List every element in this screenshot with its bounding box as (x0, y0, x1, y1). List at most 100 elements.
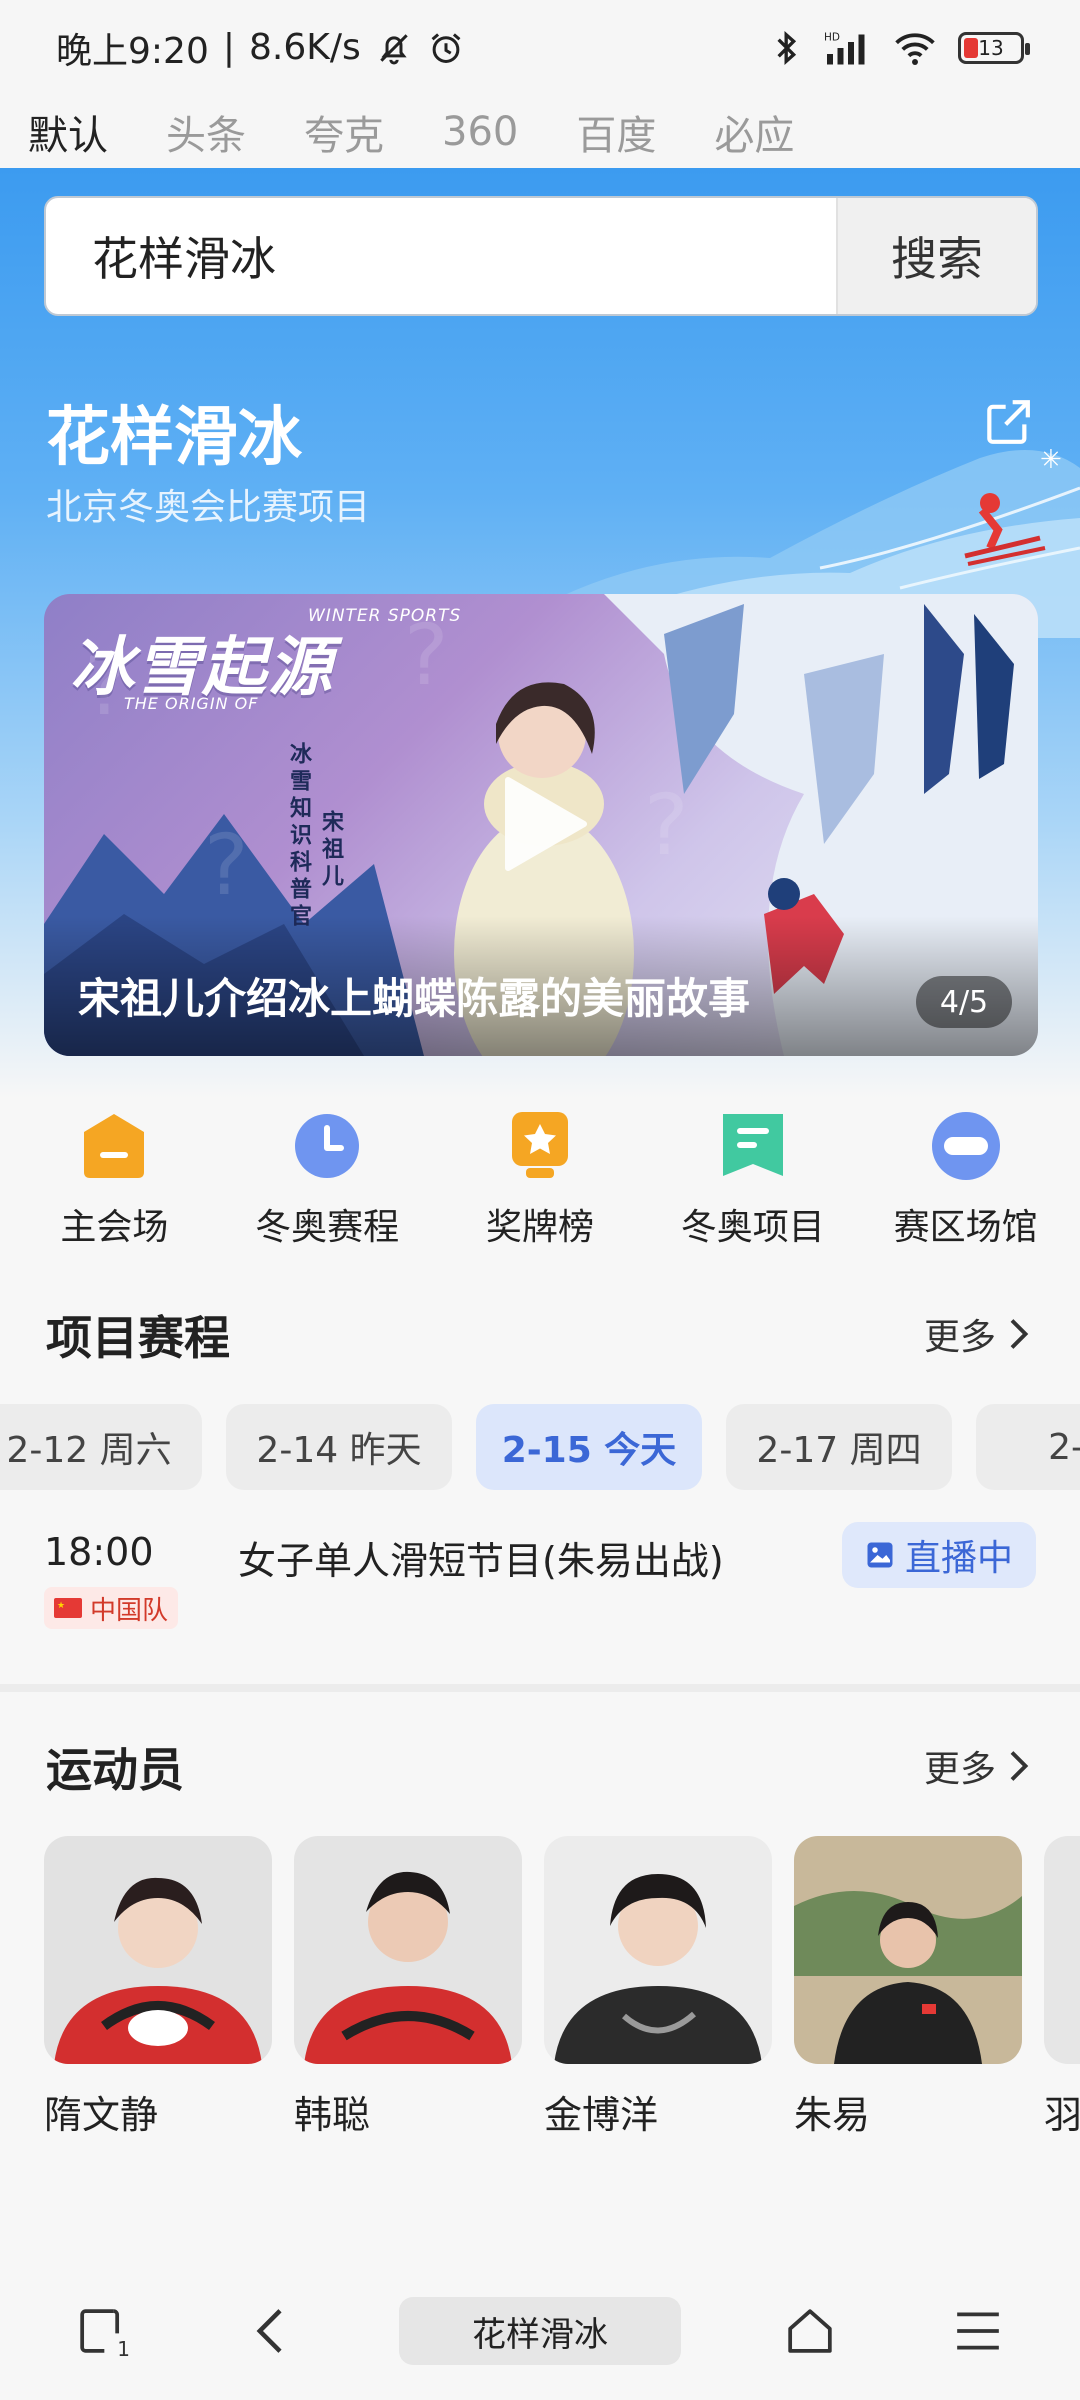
engine-tab-baidu[interactable]: 百度 (576, 103, 656, 161)
alarm-icon (431, 32, 461, 63)
engine-tab-360[interactable]: 360 (442, 109, 518, 155)
venue-pill-icon (931, 1112, 1000, 1180)
event-name[interactable]: 女子单人滑短节目(朱易出战) (238, 1530, 724, 1585)
chevron-right-icon (1010, 1319, 1029, 1349)
chevron-left-icon (256, 2309, 282, 2353)
date-tab-today[interactable]: 2-15 今天 (476, 1404, 702, 1490)
athlete-name: 韩聪 (294, 2093, 371, 2136)
shortcut-label: 冬奥赛程 (255, 1207, 400, 1248)
athlete-card[interactable]: 朱易 (794, 1836, 1022, 2136)
shortcut-venues[interactable]: 赛区场馆 (866, 1110, 1066, 1270)
video-page-counter: 4/5 (916, 976, 1012, 1028)
athletes-section-title: 运动员 (46, 1743, 184, 1797)
live-button[interactable]: 直播中 (842, 1522, 1036, 1588)
date-tab[interactable]: 2-17 周四 (726, 1404, 952, 1490)
shortcut-medal-table[interactable]: 奖牌榜 (440, 1110, 640, 1270)
wifi-icon (895, 32, 935, 65)
menu-icon (957, 2312, 999, 2350)
back-button[interactable] (231, 2291, 311, 2371)
athlete-name: 朱易 (794, 2093, 871, 2136)
shortcut-label: 奖牌榜 (485, 1207, 594, 1248)
china-flag-icon: ★ (54, 1598, 82, 1618)
live-label: 直播中 (904, 1538, 1013, 1579)
athlete-name: 隋文静 (44, 2093, 159, 2136)
date-tab[interactable]: 2-18 (976, 1404, 1080, 1490)
athlete-card[interactable]: 羽 (1044, 1836, 1080, 2136)
home-button[interactable] (770, 2291, 850, 2371)
engine-tab-quark[interactable]: 夸克 (304, 103, 384, 161)
svg-text:?: ? (204, 816, 249, 914)
hero-section: ✳ ✳ 搜索 花样滑冰 北京冬奥会比赛项目 ? ? ? ? (0, 168, 1080, 1098)
medal-icon (511, 1112, 568, 1178)
team-label: 中国队 (90, 1595, 169, 1626)
engine-tab-bing[interactable]: 必应 (714, 103, 794, 161)
clock-icon (295, 1114, 360, 1178)
video-vertical-text: 冰雪知识科普官 (286, 742, 311, 931)
athlete-photo (294, 1836, 522, 2064)
network-speed: 8.6K/s (248, 27, 361, 68)
shortcut-schedule[interactable]: 冬奥赛程 (227, 1110, 427, 1270)
athletes-more-link[interactable]: 更多 (924, 1740, 1030, 1792)
status-right: HD 13 (772, 28, 1030, 68)
athlete-photo (1044, 1836, 1080, 2064)
shortcut-grid: 主会场 冬奥赛程 奖牌榜 冬奥项目 赛区场馆 (0, 1110, 1080, 1270)
battery-icon: 13 (958, 31, 1030, 64)
athlete-photo (44, 1836, 272, 2064)
date-tab[interactable]: 2-12 周六 (0, 1404, 202, 1490)
event-time: 18:00 (44, 1530, 154, 1574)
video-brand-sub: THE ORIGIN OF (124, 694, 259, 713)
shortcut-label: 冬奥项目 (680, 1207, 825, 1248)
bell-off-icon (380, 33, 408, 64)
video-brand-en: WINTER SPORTS (308, 606, 462, 626)
engine-tab-default[interactable]: 默认 (28, 103, 108, 161)
more-label: 更多 (923, 1317, 996, 1358)
tabs-button[interactable]: 1 (62, 2291, 142, 2371)
shortcut-main-venue[interactable]: 主会场 (14, 1110, 214, 1270)
search-input[interactable] (46, 198, 836, 314)
athlete-card[interactable]: 韩聪 (294, 1836, 522, 2136)
video-card[interactable]: ? ? ? ? 冰雪起源 WINTER SPORTS THE ORIGIN OF… (44, 594, 1038, 1056)
engine-tab-toutiao[interactable]: 头条 (166, 103, 246, 161)
schedule-more-link[interactable]: 更多 (924, 1308, 1030, 1360)
search-button[interactable]: 搜索 (836, 198, 1036, 314)
athlete-photo (794, 1836, 1022, 2064)
live-image-icon (867, 1542, 893, 1568)
current-query-pill[interactable]: 花样滑冰 (399, 2297, 681, 2365)
tab-count: 1 (117, 2337, 130, 2361)
svg-text:HD: HD (824, 31, 840, 43)
chevron-right-icon (1010, 1751, 1029, 1781)
play-icon[interactable] (500, 774, 590, 874)
date-tab[interactable]: 2-14 昨天 (226, 1404, 452, 1490)
athlete-name: 金博洋 (544, 2093, 659, 2136)
section-divider (0, 1684, 1080, 1692)
team-badge: ★ 中国队 (44, 1587, 179, 1629)
menu-button[interactable] (938, 2291, 1018, 2371)
share-icon[interactable] (980, 394, 1036, 450)
home-icon (787, 2309, 832, 2353)
athlete-name: 羽 (1044, 2093, 1080, 2136)
athlete-card[interactable]: 金博洋 (544, 1836, 772, 2136)
more-label: 更多 (923, 1749, 996, 1790)
schedule-section-title: 项目赛程 (46, 1311, 230, 1365)
athletes-carousel: 隋文静 韩聪 金博洋 朱易 羽 (0, 1836, 1080, 2136)
bookmark-icon (722, 1114, 783, 1176)
status-time: 晚上9:20 (56, 30, 209, 72)
video-caption: 宋祖儿介绍冰上蝴蝶陈露的美丽故事 (78, 974, 751, 1023)
hero-title: 花样滑冰 (46, 401, 302, 475)
status-left: 晚上9:20 | 8.6K/s (56, 22, 465, 74)
bluetooth-icon (777, 30, 797, 65)
shortcut-olympic-events[interactable]: 冬奥项目 (653, 1110, 853, 1270)
athlete-photo (544, 1836, 772, 2064)
shortcut-label: 主会场 (60, 1207, 169, 1248)
date-tabs-track: 2-12 周六 2-14 昨天 2-15 今天 2-17 周四 2-18 (0, 1404, 1080, 1490)
status-separator: | (222, 27, 235, 68)
date-tabs: 2-12 周六 2-14 昨天 2-15 今天 2-17 周四 2-18 (0, 1404, 1080, 1490)
main-venue-icon (84, 1114, 145, 1178)
status-bar: 晚上9:20 | 8.6K/s HD 13 (0, 0, 1080, 95)
search-engine-tabs: 默认 头条 夸克 360 百度 必应 (0, 95, 1080, 168)
athlete-card[interactable]: 隋文静 (44, 1836, 272, 2136)
svg-text:?: ? (644, 776, 689, 874)
shortcut-label: 赛区场馆 (893, 1207, 1038, 1248)
svg-text:★: ★ (57, 1601, 65, 1611)
svg-text:✳: ✳ (1040, 445, 1062, 475)
